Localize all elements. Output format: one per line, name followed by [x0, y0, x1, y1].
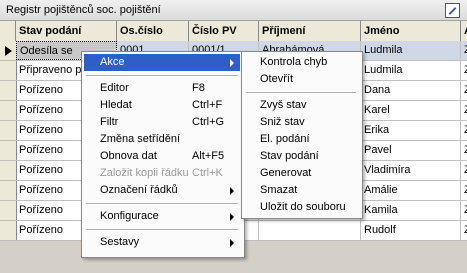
row-indicator[interactable]	[0, 61, 17, 80]
menu-item-label: Změna setřídění	[100, 133, 181, 145]
menu-item-filtr[interactable]: Filtr Ctrl+G	[84, 114, 240, 131]
menu-item-label: Založit kopii řádku	[100, 167, 189, 179]
submenu-item-generovat[interactable]: Generovat	[244, 165, 358, 182]
submenu-arrow-icon	[230, 187, 234, 195]
row-indicator[interactable]	[0, 141, 17, 160]
menu-item-shortcut: F8	[192, 82, 205, 94]
menu-item-shortcut: Ctrl+K	[192, 167, 223, 179]
submenu-arrow-icon	[230, 213, 234, 221]
submenu-item-stav-podani[interactable]: Stav podání	[244, 148, 358, 165]
cell-jmeno[interactable]: Rudolf	[361, 221, 461, 240]
submenu-item-ulozit-do-souboru[interactable]: Uložit do souboru	[244, 199, 358, 216]
submenu-item-label: Zvyš stav	[260, 99, 307, 111]
header-os-cislo[interactable]: Os.číslo	[117, 21, 189, 41]
row-indicator[interactable]	[0, 101, 17, 120]
cell-a[interactable]: Z	[461, 141, 467, 160]
menu-item-shortcut: Alt+F5	[192, 150, 225, 162]
menu-item-shortcut: Ctrl+F	[192, 99, 223, 111]
submenu-item-otevrit[interactable]: Otevřít	[244, 71, 358, 88]
menu-item-label: Označení řádků	[100, 184, 178, 196]
menu-item-label: Editor	[100, 82, 129, 94]
cell-jmeno[interactable]: Ludmila	[361, 41, 461, 60]
menu-item-akce[interactable]: Akce	[84, 54, 240, 71]
window-title: Registr pojištěnců soc. pojištění	[6, 4, 161, 16]
header-stav-podani[interactable]: Stav podání	[16, 21, 117, 41]
cell-a[interactable]: Z	[461, 201, 467, 220]
row-indicator[interactable]	[0, 181, 17, 200]
header-cislo-pv[interactable]: Číslo PV	[189, 21, 259, 41]
cell-jmeno[interactable]: Amálie	[361, 181, 461, 200]
submenu-item-label: Uložit do souboru	[260, 201, 346, 213]
cell-a[interactable]: Z	[461, 61, 467, 80]
cell-jmeno[interactable]: Karel	[361, 101, 461, 120]
submenu-item-label: Sniž stav	[260, 116, 305, 128]
menu-item-konfigurace[interactable]: Konfigurace	[84, 208, 240, 225]
cell-jmeno[interactable]: Erika	[361, 121, 461, 140]
header-jmeno[interactable]: Jméno	[361, 21, 461, 41]
menu-item-label: Sestavy	[100, 236, 140, 248]
menu-separator	[86, 75, 238, 76]
row-indicator[interactable]	[0, 41, 17, 60]
context-menu: Akce Editor F8 Hledat Ctrl+F Filtr Ctrl+G Změna…	[81, 51, 245, 258]
menu-item-hledat[interactable]: Hledat Ctrl+F	[84, 97, 240, 114]
cell-a[interactable]: Z	[461, 101, 467, 120]
row-indicator[interactable]	[0, 201, 17, 220]
grid-header: Stav podání Os.číslo Číslo PV Příjmení J…	[0, 21, 467, 42]
cell-a[interactable]: Z	[461, 81, 467, 100]
submenu-item-label: Stav podání	[260, 150, 319, 162]
menu-separator	[246, 92, 356, 93]
cell-a[interactable]: Z	[461, 121, 467, 140]
row-indicator[interactable]	[0, 121, 17, 140]
submenu-item-label: Generovat	[260, 167, 312, 179]
submenu-item-el-podani[interactable]: El. podání	[244, 131, 358, 148]
row-indicator[interactable]	[0, 221, 17, 240]
edit-icon[interactable]	[445, 3, 460, 18]
row-indicator[interactable]	[0, 81, 17, 100]
cell-jmeno[interactable]: Ludmila	[361, 61, 461, 80]
cell-a[interactable]: Z	[461, 181, 467, 200]
cell-jmeno[interactable]: Pavel	[361, 141, 461, 160]
menu-item-zalo-it-kopii-dku: Založit kopii řádku Ctrl+K	[84, 165, 240, 182]
submenu-item-label: Smazat	[260, 184, 298, 196]
menu-item-sestavy[interactable]: Sestavy	[84, 234, 240, 251]
cell-prijmeni[interactable]	[259, 221, 361, 240]
menu-item-editor[interactable]: Editor F8	[84, 80, 240, 97]
submenu-item-label: Otevřít	[260, 73, 294, 85]
cell-a[interactable]: Z	[461, 161, 467, 180]
submenu-item-label: Kontrola chyb	[260, 56, 328, 68]
menu-item-label: Akce	[100, 56, 125, 68]
submenu-arrow-icon	[230, 59, 234, 67]
cell-jmeno[interactable]: Kamila	[361, 201, 461, 220]
menu-item-label: Obnova dat	[100, 150, 157, 162]
header-a[interactable]: A	[461, 21, 467, 41]
akce-submenu: Kontrola chyb Otevřít Zvyš stav Sniž stav El…	[241, 51, 363, 219]
submenu-item-sniz-stav[interactable]: Sniž stav	[244, 114, 358, 131]
title-bar: Registr pojištěnců soc. pojištění	[0, 0, 467, 21]
cell-a[interactable]: Z	[461, 221, 467, 240]
row-indicator[interactable]	[0, 161, 17, 180]
menu-item-label: Filtr	[100, 116, 119, 128]
menu-item-obnova-dat[interactable]: Obnova dat Alt+F5	[84, 148, 240, 165]
menu-item-zm-na-set-d-n-[interactable]: Změna setřídění	[84, 131, 240, 148]
menu-item-label: Hledat	[100, 99, 132, 111]
cell-jmeno[interactable]: Dana	[361, 81, 461, 100]
header-prijmeni[interactable]: Příjmení	[259, 21, 361, 41]
menu-item-label: Konfigurace	[100, 210, 159, 222]
submenu-arrow-icon	[230, 239, 234, 247]
submenu-item-kontrola-chyb[interactable]: Kontrola chyb	[244, 54, 358, 71]
header-indicator	[0, 21, 16, 41]
submenu-item-zvys-stav[interactable]: Zvyš stav	[244, 97, 358, 114]
menu-item-shortcut: Ctrl+G	[192, 116, 225, 128]
menu-item-ozna-en-dk-[interactable]: Označení řádků	[84, 182, 240, 199]
submenu-item-smazat[interactable]: Smazat	[244, 182, 358, 199]
menu-separator	[86, 203, 238, 204]
cell-a[interactable]: Z	[461, 41, 467, 60]
cell-jmeno[interactable]: Vladimíra	[361, 161, 461, 180]
submenu-item-label: El. podání	[260, 133, 310, 145]
menu-separator	[86, 229, 238, 230]
